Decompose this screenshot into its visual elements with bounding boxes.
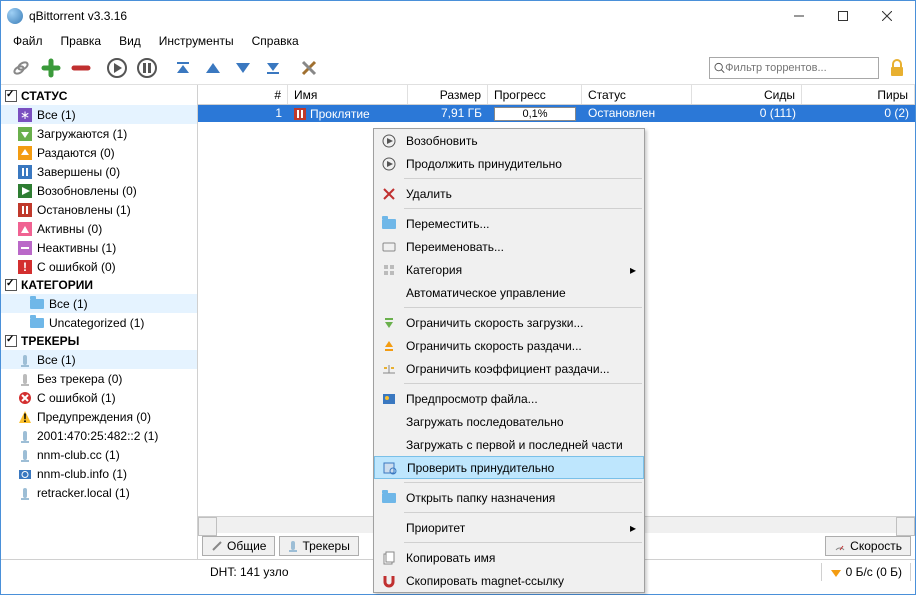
sidebar-item-errored[interactable]: !С ошибкой (0) [1,257,197,276]
ctx-limit-up[interactable]: Ограничить скорость раздачи... [374,334,644,357]
move-down-button[interactable] [229,54,257,82]
app-icon [7,8,23,24]
menu-file[interactable]: Файл [5,32,51,50]
col-num[interactable]: # [198,85,288,104]
ctx-category[interactable]: Категория▸ [374,258,644,281]
sidebar-tracker-nnminfo[interactable]: nnm-club.info (1) [1,464,197,483]
sidebar-tracker-nnmcc[interactable]: nnm-club.cc (1) [1,445,197,464]
sidebar-item-completed[interactable]: Завершены (0) [1,162,197,181]
remove-button[interactable] [67,54,95,82]
pencil-icon [211,540,223,552]
filter-torrents-search[interactable] [709,57,879,79]
lock-button[interactable] [885,59,909,77]
sidebar-item-seeding[interactable]: Раздаются (0) [1,143,197,162]
sidebar: СТАТУС ∗Все (1) Загружаются (1) Раздаютс… [1,85,198,559]
menu-view[interactable]: Вид [111,32,149,50]
ctx-copy-name[interactable]: Копировать имя [374,546,644,569]
sidebar-tracker-none[interactable]: Без трекера (0) [1,369,197,388]
pause-icon [294,108,306,120]
col-peers[interactable]: Пиры [802,85,915,104]
sidebar-item-resumed[interactable]: Возобновлены (0) [1,181,197,200]
sidebar-item-downloading[interactable]: Загружаются (1) [1,124,197,143]
ctx-force-resume[interactable]: Продолжить принудительно [374,152,644,175]
section-status[interactable]: СТАТУС [1,87,197,105]
ctx-copy-magnet[interactable]: Скопировать magnet-ссылку [374,569,644,592]
svg-text:!: ! [23,260,27,274]
menu-edit[interactable]: Правка [53,32,110,50]
svg-text:!: ! [23,411,27,424]
move-top-button[interactable] [169,54,197,82]
col-size[interactable]: Размер [408,85,488,104]
ctx-first-last[interactable]: Загружать с первой и последней части [374,433,644,456]
search-icon [714,62,725,74]
add-torrent-button[interactable] [37,54,65,82]
ctx-force-recheck[interactable]: Проверить принудительно [374,456,644,479]
tab-trackers[interactable]: Трекеры [279,536,358,556]
toolbar [1,51,915,85]
section-trackers[interactable]: ТРЕКЕРЫ [1,332,197,350]
status-download: 0 Б/с (0 Б) [822,565,910,579]
sidebar-tracker-warn[interactable]: !Предупреждения (0) [1,407,197,426]
resume-button[interactable] [103,54,131,82]
minimize-button[interactable] [777,1,821,31]
sidebar-item-paused[interactable]: Остановлены (1) [1,200,197,219]
sidebar-tracker-all[interactable]: Все (1) [1,350,197,369]
sidebar-cat-uncategorized[interactable]: Uncategorized (1) [1,313,197,332]
section-categories[interactable]: КАТЕГОРИИ [1,276,197,294]
ctx-rename[interactable]: Переименовать... [374,235,644,258]
pause-button[interactable] [133,54,161,82]
menu-help[interactable]: Справка [244,32,307,50]
ctx-open-folder[interactable]: Открыть папку назначения [374,486,644,509]
col-status[interactable]: Статус [582,85,692,104]
ctx-delete[interactable]: Удалить [374,182,644,205]
tab-speed[interactable]: Скорость [825,536,911,556]
sidebar-item-inactive[interactable]: Неактивны (1) [1,238,197,257]
close-button[interactable] [865,1,909,31]
sidebar-cat-all[interactable]: Все (1) [1,294,197,313]
ctx-preview[interactable]: Предпросмотр файла... [374,387,644,410]
add-link-button[interactable] [7,54,35,82]
ctx-limit-ratio[interactable]: Ограничить коэффициент раздачи... [374,357,644,380]
ctx-sequential[interactable]: Загружать последовательно [374,410,644,433]
ctx-priority[interactable]: Приоритет▸ [374,516,644,539]
settings-button[interactable] [295,54,323,82]
context-menu: Возобновить Продолжить принудительно Уда… [373,128,645,593]
filter-input[interactable] [725,62,874,74]
svg-text:∗: ∗ [20,108,30,122]
ctx-limit-down[interactable]: Ограничить скорость загрузки... [374,311,644,334]
sidebar-tracker-error[interactable]: С ошибкой (1) [1,388,197,407]
move-bottom-button[interactable] [259,54,287,82]
tracker-icon [288,540,298,552]
col-progress[interactable]: Прогресс [488,85,582,104]
col-seeds[interactable]: Сиды [692,85,802,104]
ctx-move[interactable]: Переместить... [374,212,644,235]
maximize-button[interactable] [821,1,865,31]
gauge-icon [834,540,846,552]
menu-bar: Файл Правка Вид Инструменты Справка [1,31,915,51]
title-bar: qBittorrent v3.3.16 [1,1,915,31]
menu-tools[interactable]: Инструменты [151,32,242,50]
ctx-resume[interactable]: Возобновить [374,129,644,152]
move-up-button[interactable] [199,54,227,82]
window-title: qBittorrent v3.3.16 [29,9,777,23]
sidebar-item-active[interactable]: Активны (0) [1,219,197,238]
grid-header: # Имя Размер Прогресс Статус Сиды Пиры [198,85,915,105]
ctx-auto-manage[interactable]: Автоматическое управление [374,281,644,304]
status-dht: DHT: 141 узло [202,565,297,579]
sidebar-item-all[interactable]: ∗Все (1) [1,105,197,124]
table-row[interactable]: 1 Проклятие 7,91 ГБ 0,1% Остановлен 0 (1… [198,105,915,122]
sidebar-tracker-retracker[interactable]: retracker.local (1) [1,483,197,502]
col-name[interactable]: Имя [288,85,408,104]
down-arrow-icon [830,566,842,578]
tab-general[interactable]: Общие [202,536,275,556]
sidebar-tracker-ipv6[interactable]: 2001:470:25:482::2 (1) [1,426,197,445]
